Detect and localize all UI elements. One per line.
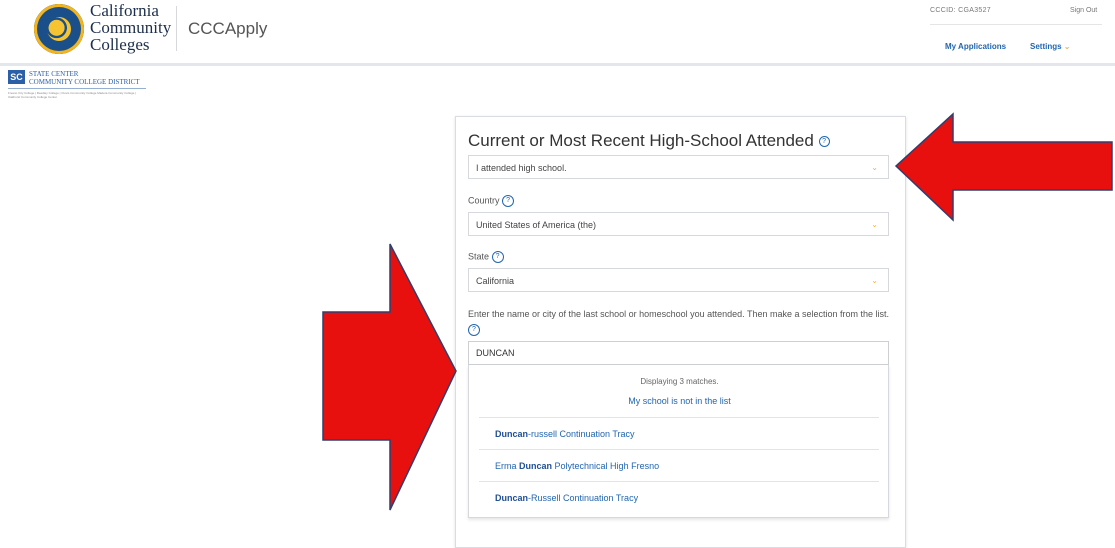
- help-icon[interactable]: ?: [502, 195, 515, 207]
- match-count: Displaying 3 matches.: [640, 377, 719, 386]
- help-icon[interactable]: ?: [468, 323, 480, 336]
- ccc-id-label: CCCID: CGA3527: [930, 7, 991, 14]
- district-name-line1: STATE CENTER: [29, 70, 79, 78]
- district-colleges: Fresno City College | Reedley College | …: [8, 91, 137, 99]
- app-name: CCCApply: [188, 19, 268, 38]
- result-suffix: -russell Continuation Tracy: [528, 429, 635, 439]
- country-label-text: Country: [468, 195, 500, 206]
- result-match: Duncan: [519, 461, 553, 471]
- settings-menu[interactable]: Settings ⌄: [1030, 42, 1071, 51]
- school-results-dropdown: Displaying 3 matches. My school is not i…: [468, 365, 889, 518]
- country-select[interactable]: United States of America (the) ⌄: [468, 212, 889, 236]
- header-rule: [930, 24, 1102, 25]
- result-suffix: -Russell Continuation Tracy: [528, 493, 639, 503]
- school-result-item[interactable]: Duncan-russell Continuation Tracy: [479, 417, 879, 449]
- logo-divider: [176, 6, 177, 51]
- chevron-down-icon: ⌄: [1063, 42, 1071, 51]
- chevron-down-icon: ⌄: [871, 163, 878, 172]
- chevron-down-icon: ⌄: [871, 220, 878, 229]
- state-label: State ?: [468, 251, 504, 263]
- card-title: Current or Most Recent High-School Atten…: [468, 131, 830, 151]
- school-search-instructions: Enter the name or city of the last schoo…: [468, 307, 893, 337]
- district-name: STATE CENTER COMMUNITY COLLEGE DISTRICT: [29, 70, 169, 86]
- attendance-select-value: I attended high school.: [476, 163, 567, 173]
- help-icon[interactable]: ?: [818, 136, 830, 148]
- high-school-card: Current or Most Recent High-School Atten…: [455, 116, 906, 548]
- my-applications-link[interactable]: My Applications: [945, 42, 1006, 51]
- red-arrow-left-pointing-icon: [894, 112, 1113, 222]
- state-select-value: California: [476, 276, 515, 286]
- settings-label: Settings: [1030, 42, 1062, 51]
- district-name-line2: COMMUNITY COLLEGE DISTRICT: [29, 78, 140, 86]
- sign-out-link[interactable]: Sign Out: [1070, 7, 1097, 14]
- result-prefix: Erma: [495, 461, 520, 471]
- country-label: Country ?: [468, 195, 515, 207]
- instructions-text: Enter the name or city of the last schoo…: [468, 309, 890, 319]
- district-abbr: SC: [8, 70, 25, 84]
- school-result-item[interactable]: Erma Duncan Polytechnical High Fresno: [479, 449, 879, 481]
- header-bar: California Community Colleges CCCApply C…: [0, 0, 1115, 66]
- result-suffix: Polytechnical High Fresno: [552, 461, 660, 471]
- result-match: Duncan: [495, 493, 529, 503]
- chevron-down-icon: ⌄: [871, 276, 878, 285]
- california-community-colleges-seal-icon[interactable]: [34, 4, 84, 54]
- help-icon[interactable]: ?: [491, 251, 504, 263]
- attendance-select[interactable]: I attended high school. ⌄: [468, 155, 889, 179]
- country-select-value: United States of America (the): [476, 220, 597, 230]
- district-divider: [8, 88, 146, 89]
- state-select[interactable]: California ⌄: [468, 268, 889, 292]
- card-title-text: Current or Most Recent High-School Atten…: [468, 131, 814, 150]
- school-not-in-list-link[interactable]: My school is not in the list: [469, 396, 890, 406]
- ccc-logo-text[interactable]: California Community Colleges: [90, 2, 171, 53]
- result-match: Duncan: [495, 429, 529, 439]
- logo-line-colleges: Colleges: [90, 35, 150, 54]
- red-arrow-right-pointing-icon: [322, 243, 457, 511]
- logo-line-california: California: [90, 1, 159, 20]
- school-search-input[interactable]: DUNCAN: [468, 341, 889, 365]
- state-label-text: State: [468, 251, 490, 262]
- school-result-item[interactable]: Duncan-Russell Continuation Tracy: [479, 481, 879, 513]
- logo-line-community: Community: [90, 18, 172, 37]
